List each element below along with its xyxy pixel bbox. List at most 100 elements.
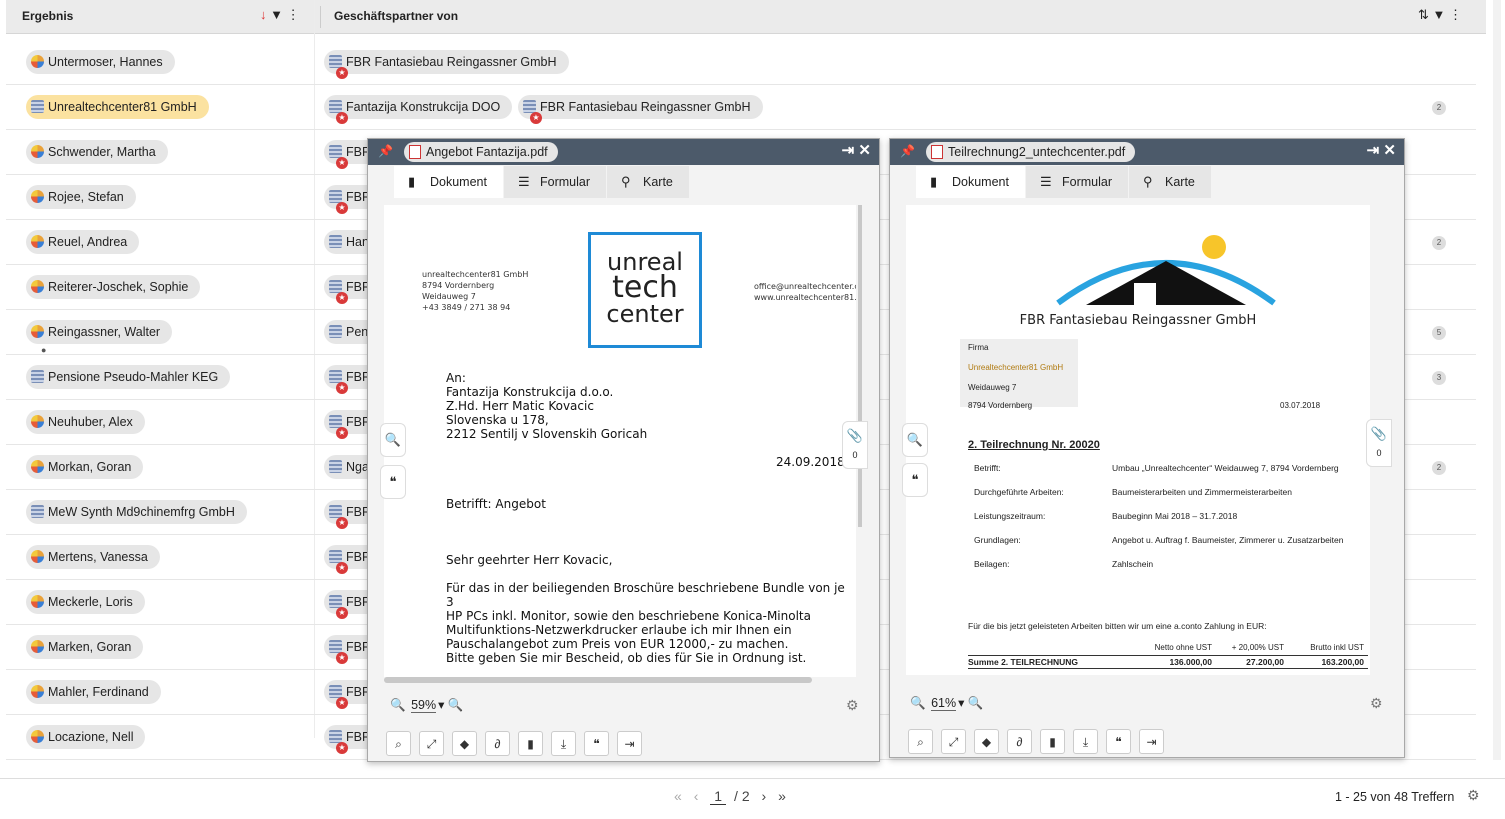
pin-icon[interactable]: 📌 xyxy=(378,144,393,158)
bookmark-icon[interactable]: ▮ xyxy=(518,731,543,756)
horizontal-scrollbar[interactable] xyxy=(384,677,812,683)
fullscreen-icon[interactable]: ⤢ xyxy=(941,729,966,754)
search-button[interactable]: 🔍 xyxy=(902,423,928,457)
export-icon[interactable]: ⇥ xyxy=(617,731,642,756)
person-chip[interactable]: Morkan, Goran xyxy=(26,455,144,479)
company-chip[interactable]: Unrealtechcenter81 GmbH xyxy=(26,95,209,119)
vertical-scrollbar[interactable] xyxy=(858,205,862,527)
person-chip[interactable]: ● Reingassner, Walter xyxy=(26,320,173,355)
filter-icon[interactable]: ▼ xyxy=(270,7,283,22)
pin-icon[interactable]: 📌 xyxy=(900,144,915,158)
search-icon[interactable]: ⌕ xyxy=(908,729,933,754)
next-page-button[interactable]: › xyxy=(762,788,767,804)
logo-line: center xyxy=(606,300,684,328)
sort-icon[interactable]: ⇅ xyxy=(1418,7,1429,22)
attachments-button[interactable]: 📎 0 xyxy=(1366,419,1392,467)
viewer-tabs: ▮ Dokument ☰ Formular ⚲ Karte xyxy=(394,166,690,198)
zoom-in-icon[interactable]: 🔍 xyxy=(968,696,984,710)
person-chip[interactable]: Meckerle, Loris xyxy=(26,590,145,614)
tab-form[interactable]: ☰ Formular xyxy=(503,166,606,198)
company-icon xyxy=(523,100,536,113)
company-icon xyxy=(329,550,342,563)
tab-document[interactable]: ▮ Dokument xyxy=(916,166,1025,198)
person-chip[interactable]: Rojee, Stefan xyxy=(26,185,136,209)
partner-chip[interactable]: ★ FBR Fantasiebau Reingassner GmbH xyxy=(518,95,763,124)
zoom-out-icon[interactable]: 🔍 xyxy=(910,696,926,710)
company-icon xyxy=(329,280,342,293)
tab-form[interactable]: ☰ Formular xyxy=(1025,166,1128,198)
zoom-select[interactable]: 59% xyxy=(411,698,437,713)
table-row[interactable]: Untermoser, Hannes ★ FBR Fantasiebau Rein… xyxy=(6,40,1476,85)
attachments-button[interactable]: 📎 0 xyxy=(842,421,868,469)
zoom-in-icon[interactable]: 🔍 xyxy=(448,698,464,712)
person-chip[interactable]: Marken, Goran xyxy=(26,635,144,659)
more-menu-icon[interactable]: ⋮ xyxy=(1449,7,1462,22)
partner-chip[interactable]: ★ Fantazija Konstrukcija DOO xyxy=(324,95,513,124)
tag-icon[interactable]: ◆ xyxy=(974,729,999,754)
file-chip[interactable]: Teilrechnung2_untechcenter.pdf xyxy=(926,142,1136,162)
search-button[interactable]: 🔍 xyxy=(380,423,406,457)
person-chip[interactable]: Reuel, Andrea xyxy=(26,230,140,254)
chevron-down-icon[interactable]: ▾ xyxy=(438,698,444,712)
field-value: Angebot u. Auftrag f. Baumeister, Zimmer… xyxy=(1112,535,1344,545)
fullscreen-icon[interactable]: ⤢ xyxy=(419,731,444,756)
quote-button[interactable]: ❝ xyxy=(380,465,406,499)
star-icon: ★ xyxy=(336,652,348,664)
partner-name: Han xyxy=(346,235,369,249)
tab-map[interactable]: ⚲ Karte xyxy=(607,166,689,198)
tab-map[interactable]: ⚲ Karte xyxy=(1129,166,1211,198)
page-number-input[interactable]: 1 xyxy=(710,788,727,805)
person-chip[interactable]: Locazione, Nell xyxy=(26,725,146,749)
close-icon[interactable]: ✕ xyxy=(1383,142,1396,159)
column-header-result[interactable]: Ergebnis xyxy=(22,9,73,23)
company-icon xyxy=(329,595,342,608)
dock-icon[interactable]: ⇥ xyxy=(842,142,855,159)
house-logo xyxy=(1056,235,1276,306)
vertical-scrollbar[interactable] xyxy=(1493,0,1501,760)
company-chip[interactable]: MeW Synth Md9chinemfrg GmbH xyxy=(26,500,247,524)
paperclip-icon[interactable]: ∂ xyxy=(1007,729,1032,754)
company-icon xyxy=(329,55,342,68)
tag-icon[interactable]: ◆ xyxy=(452,731,477,756)
file-chip[interactable]: Angebot Fantazija.pdf xyxy=(404,142,558,162)
first-page-button[interactable]: « xyxy=(674,788,682,804)
gear-icon[interactable]: ⚙ xyxy=(1467,787,1480,804)
close-icon[interactable]: ✕ xyxy=(858,142,871,159)
chevron-down-icon[interactable]: ▾ xyxy=(958,696,964,710)
quote-icon[interactable]: ❝ xyxy=(584,731,609,756)
person-chip[interactable]: Reiterer-Joschek, Sophie xyxy=(26,275,201,299)
partner-name: Nga xyxy=(346,460,369,474)
zoom-select[interactable]: 61% xyxy=(931,696,957,711)
download-icon[interactable]: ⤓ xyxy=(1073,729,1098,754)
column-header-partner[interactable]: Geschäftspartner von xyxy=(334,9,458,23)
person-chip[interactable]: Neuhuber, Alex xyxy=(26,410,145,434)
gear-icon[interactable]: ⚙ xyxy=(1370,695,1383,712)
sort-down-icon[interactable]: ↓ xyxy=(260,7,267,22)
export-icon[interactable]: ⇥ xyxy=(1139,729,1164,754)
row-name: Neuhuber, Alex xyxy=(48,415,133,429)
prev-page-button[interactable]: ‹ xyxy=(694,788,699,804)
search-icon[interactable]: ⌕ xyxy=(386,731,411,756)
person-chip[interactable]: Untermoser, Hannes xyxy=(26,50,175,74)
dock-icon[interactable]: ⇥ xyxy=(1367,142,1380,159)
person-icon xyxy=(31,640,44,653)
quote-icon[interactable]: ❝ xyxy=(1106,729,1131,754)
row-name: Untermoser, Hannes xyxy=(48,55,163,69)
bookmark-icon[interactable]: ▮ xyxy=(1040,729,1065,754)
download-icon[interactable]: ⤓ xyxy=(551,731,576,756)
gear-icon[interactable]: ⚙ xyxy=(846,697,859,714)
person-chip[interactable]: Mertens, Vanessa xyxy=(26,545,160,569)
person-chip[interactable]: Mahler, Ferdinand xyxy=(26,680,161,704)
quote-button[interactable]: ❝ xyxy=(902,463,928,497)
filter-icon[interactable]: ▼ xyxy=(1433,7,1446,22)
company-chip[interactable]: Pensione Pseudo-Mahler KEG xyxy=(26,365,231,389)
column-tools-partner: ⇅ ▼ ⋮ xyxy=(1418,7,1462,23)
tab-document[interactable]: ▮ Dokument xyxy=(394,166,503,198)
more-menu-icon[interactable]: ⋮ xyxy=(287,7,300,22)
partner-chip[interactable]: ★ FBR Fantasiebau Reingassner GmbH xyxy=(324,50,569,79)
last-page-button[interactable]: » xyxy=(778,788,786,804)
table-row[interactable]: Unrealtechcenter81 GmbH ★ Fantazija Konst… xyxy=(6,85,1476,130)
paperclip-icon[interactable]: ∂ xyxy=(485,731,510,756)
person-chip[interactable]: Schwender, Martha xyxy=(26,140,168,164)
zoom-out-icon[interactable]: 🔍 xyxy=(390,698,406,712)
